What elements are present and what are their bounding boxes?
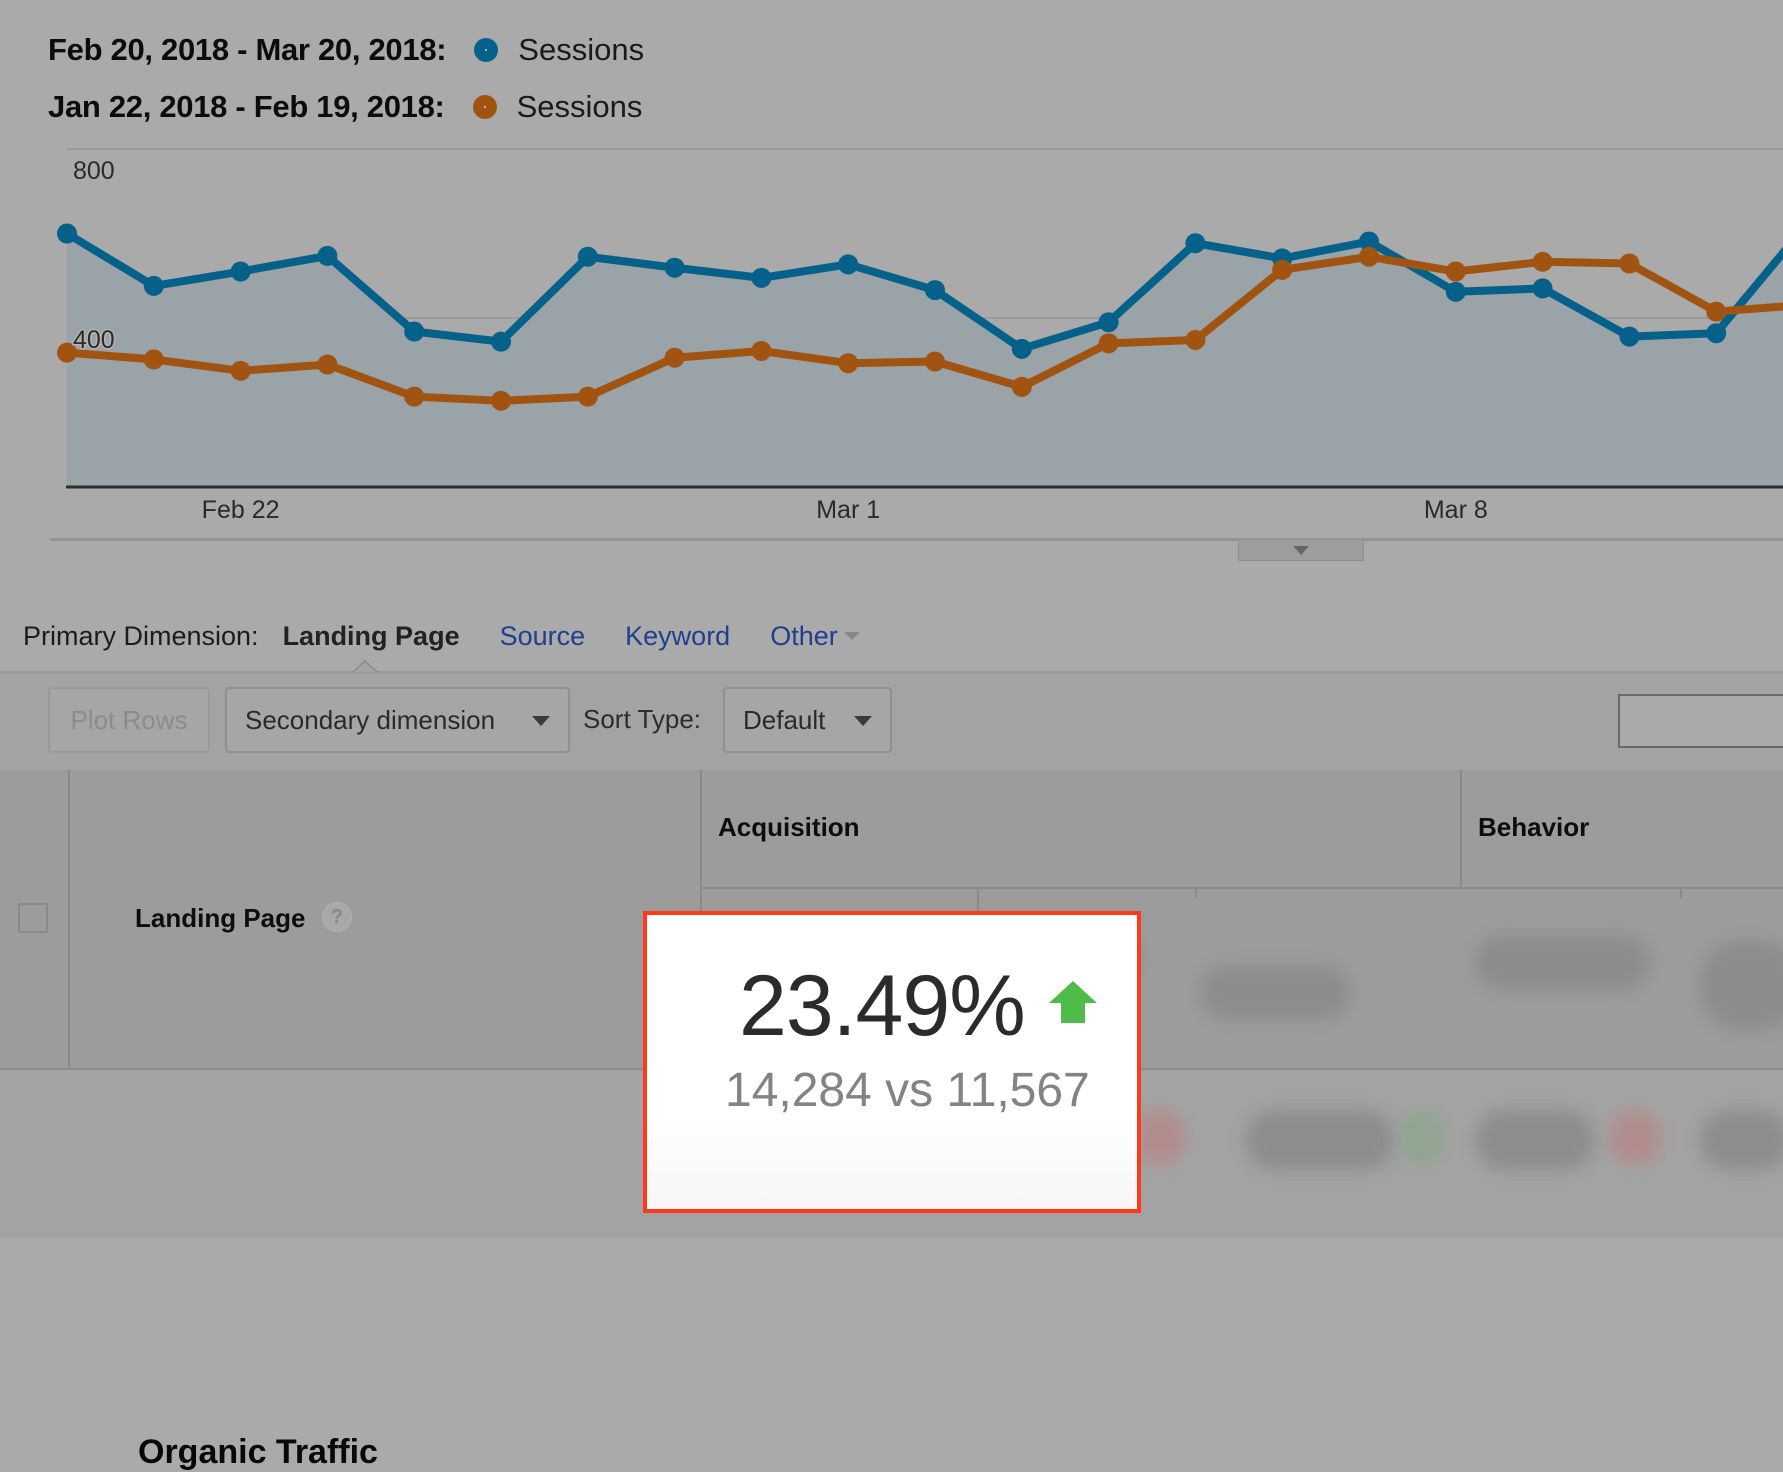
caret-down-icon (532, 716, 550, 726)
chart-collapse-toggle[interactable] (1238, 540, 1364, 561)
data-point-previous (664, 347, 685, 368)
dimension-landing-page[interactable]: Landing Page (283, 621, 460, 652)
data-point-previous (143, 349, 164, 370)
y-tick-label: 400 (73, 326, 115, 354)
data-point-current (1185, 233, 1206, 254)
landing-page-column-header[interactable]: Landing Page (135, 903, 305, 934)
caret-down-icon (843, 632, 860, 640)
legend-metric-current: Sessions (518, 32, 645, 67)
data-point-previous (925, 351, 945, 372)
data-point-previous (230, 360, 251, 381)
data-point-current (925, 280, 945, 301)
legend-range-current: Feb 20, 2018 - Mar 20, 2018: (48, 32, 447, 67)
data-point-current (404, 321, 425, 342)
subheader-divider (702, 887, 1783, 889)
x-tick-label: Mar 8 (1423, 496, 1488, 524)
blurred-change-indicator (1135, 1110, 1185, 1165)
dimension-other-label: Other (770, 620, 838, 651)
x-tick-label: Feb 22 (201, 496, 280, 524)
data-point-previous (1706, 301, 1727, 322)
legend-dot-previous-icon (472, 95, 497, 119)
blurred-header-cell (1700, 940, 1783, 1030)
data-point-previous (1532, 251, 1553, 272)
data-point-previous (751, 340, 772, 361)
data-point-current (1619, 326, 1640, 347)
data-point-current (1706, 323, 1727, 344)
data-point-current (1532, 278, 1553, 299)
acquisition-group-header: Acquisition (718, 812, 860, 842)
data-point-previous (1445, 261, 1466, 282)
data-point-current (664, 257, 685, 278)
behavior-group-header: Behavior (1478, 812, 1590, 842)
blurred-row-cell (1700, 1110, 1783, 1170)
blurred-row-cell (1475, 1110, 1595, 1170)
data-point-previous (317, 354, 338, 375)
y-tick-label: 800 (73, 157, 115, 185)
arrow-up-icon (1049, 981, 1097, 1023)
x-tick-label: Mar 1 (816, 496, 881, 524)
sort-type-label: Sort Type: (583, 704, 702, 734)
data-point-current (230, 261, 251, 282)
data-point-previous (491, 390, 511, 411)
select-all-checkbox[interactable] (18, 903, 48, 933)
column-divider (1195, 888, 1197, 898)
data-point-current (1445, 281, 1466, 302)
blurred-change-indicator (1400, 1110, 1445, 1165)
data-point-previous (1098, 333, 1119, 354)
blurred-header-cell (1200, 965, 1350, 1020)
secondary-dimension-dropdown[interactable]: Secondary dimension (225, 687, 570, 753)
data-point-previous (404, 386, 425, 407)
data-point-current (57, 223, 77, 244)
blurred-row-cell (1245, 1110, 1395, 1170)
plot-rows-label: Plot Rows (70, 704, 188, 735)
primary-dimension-label: Primary Dimension: (23, 620, 259, 651)
dimension-source-link[interactable]: Source (500, 621, 586, 652)
table-search-input[interactable] (1618, 694, 1783, 748)
legend-dot-current-icon (474, 38, 499, 62)
column-divider (1680, 888, 1682, 898)
data-point-previous (1272, 259, 1293, 280)
data-point-previous (1619, 253, 1640, 274)
column-divider (1460, 770, 1462, 888)
table-toolbar: Plot Rows Secondary dimension Sort Type:… (0, 671, 1783, 773)
sessions-line-chart[interactable]: 800 400 (0, 120, 1783, 540)
data-point-current (143, 275, 164, 296)
caret-down-icon (1293, 545, 1309, 555)
caret-down-icon (854, 716, 872, 726)
active-dimension-pointer (352, 660, 378, 672)
data-point-current (577, 246, 598, 267)
sort-type-dropdown[interactable]: Default (723, 687, 892, 753)
dimension-other-dropdown[interactable]: Other (770, 621, 860, 652)
sort-type-value: Default (743, 704, 826, 735)
percent-change-value: 23.49% (739, 958, 1026, 1054)
legend-current-period: Feb 20, 2018 - Mar 20, 2018: Sessions (48, 30, 644, 70)
data-point-current (751, 267, 772, 288)
data-point-previous (838, 353, 859, 374)
data-point-current (317, 245, 338, 266)
data-point-current (491, 331, 511, 352)
help-icon[interactable]: ? (322, 902, 352, 932)
data-point-previous (577, 386, 598, 407)
data-point-current (1098, 312, 1119, 333)
primary-dimension-bar: Primary Dimension: Landing Page Source K… (23, 616, 860, 656)
plot-rows-button[interactable]: Plot Rows (48, 687, 210, 753)
dimension-keyword-link[interactable]: Keyword (625, 621, 730, 652)
secondary-dimension-label: Secondary dimension (245, 704, 496, 735)
data-point-current (838, 254, 859, 275)
data-point-previous (1185, 329, 1206, 350)
data-point-previous (1359, 246, 1379, 267)
blurred-change-indicator (1610, 1110, 1660, 1165)
data-point-previous (1011, 376, 1032, 397)
sessions-change-highlight: 23.49% 14,284 vs 11,567 (643, 911, 1141, 1213)
data-point-current (1011, 338, 1032, 359)
row-label-organic-traffic: Organic Traffic (138, 1433, 378, 1471)
blurred-header-cell (1475, 935, 1650, 990)
sessions-comparison: 14,284 vs 11,567 (725, 1064, 1090, 1117)
chart-separator (50, 538, 1783, 541)
